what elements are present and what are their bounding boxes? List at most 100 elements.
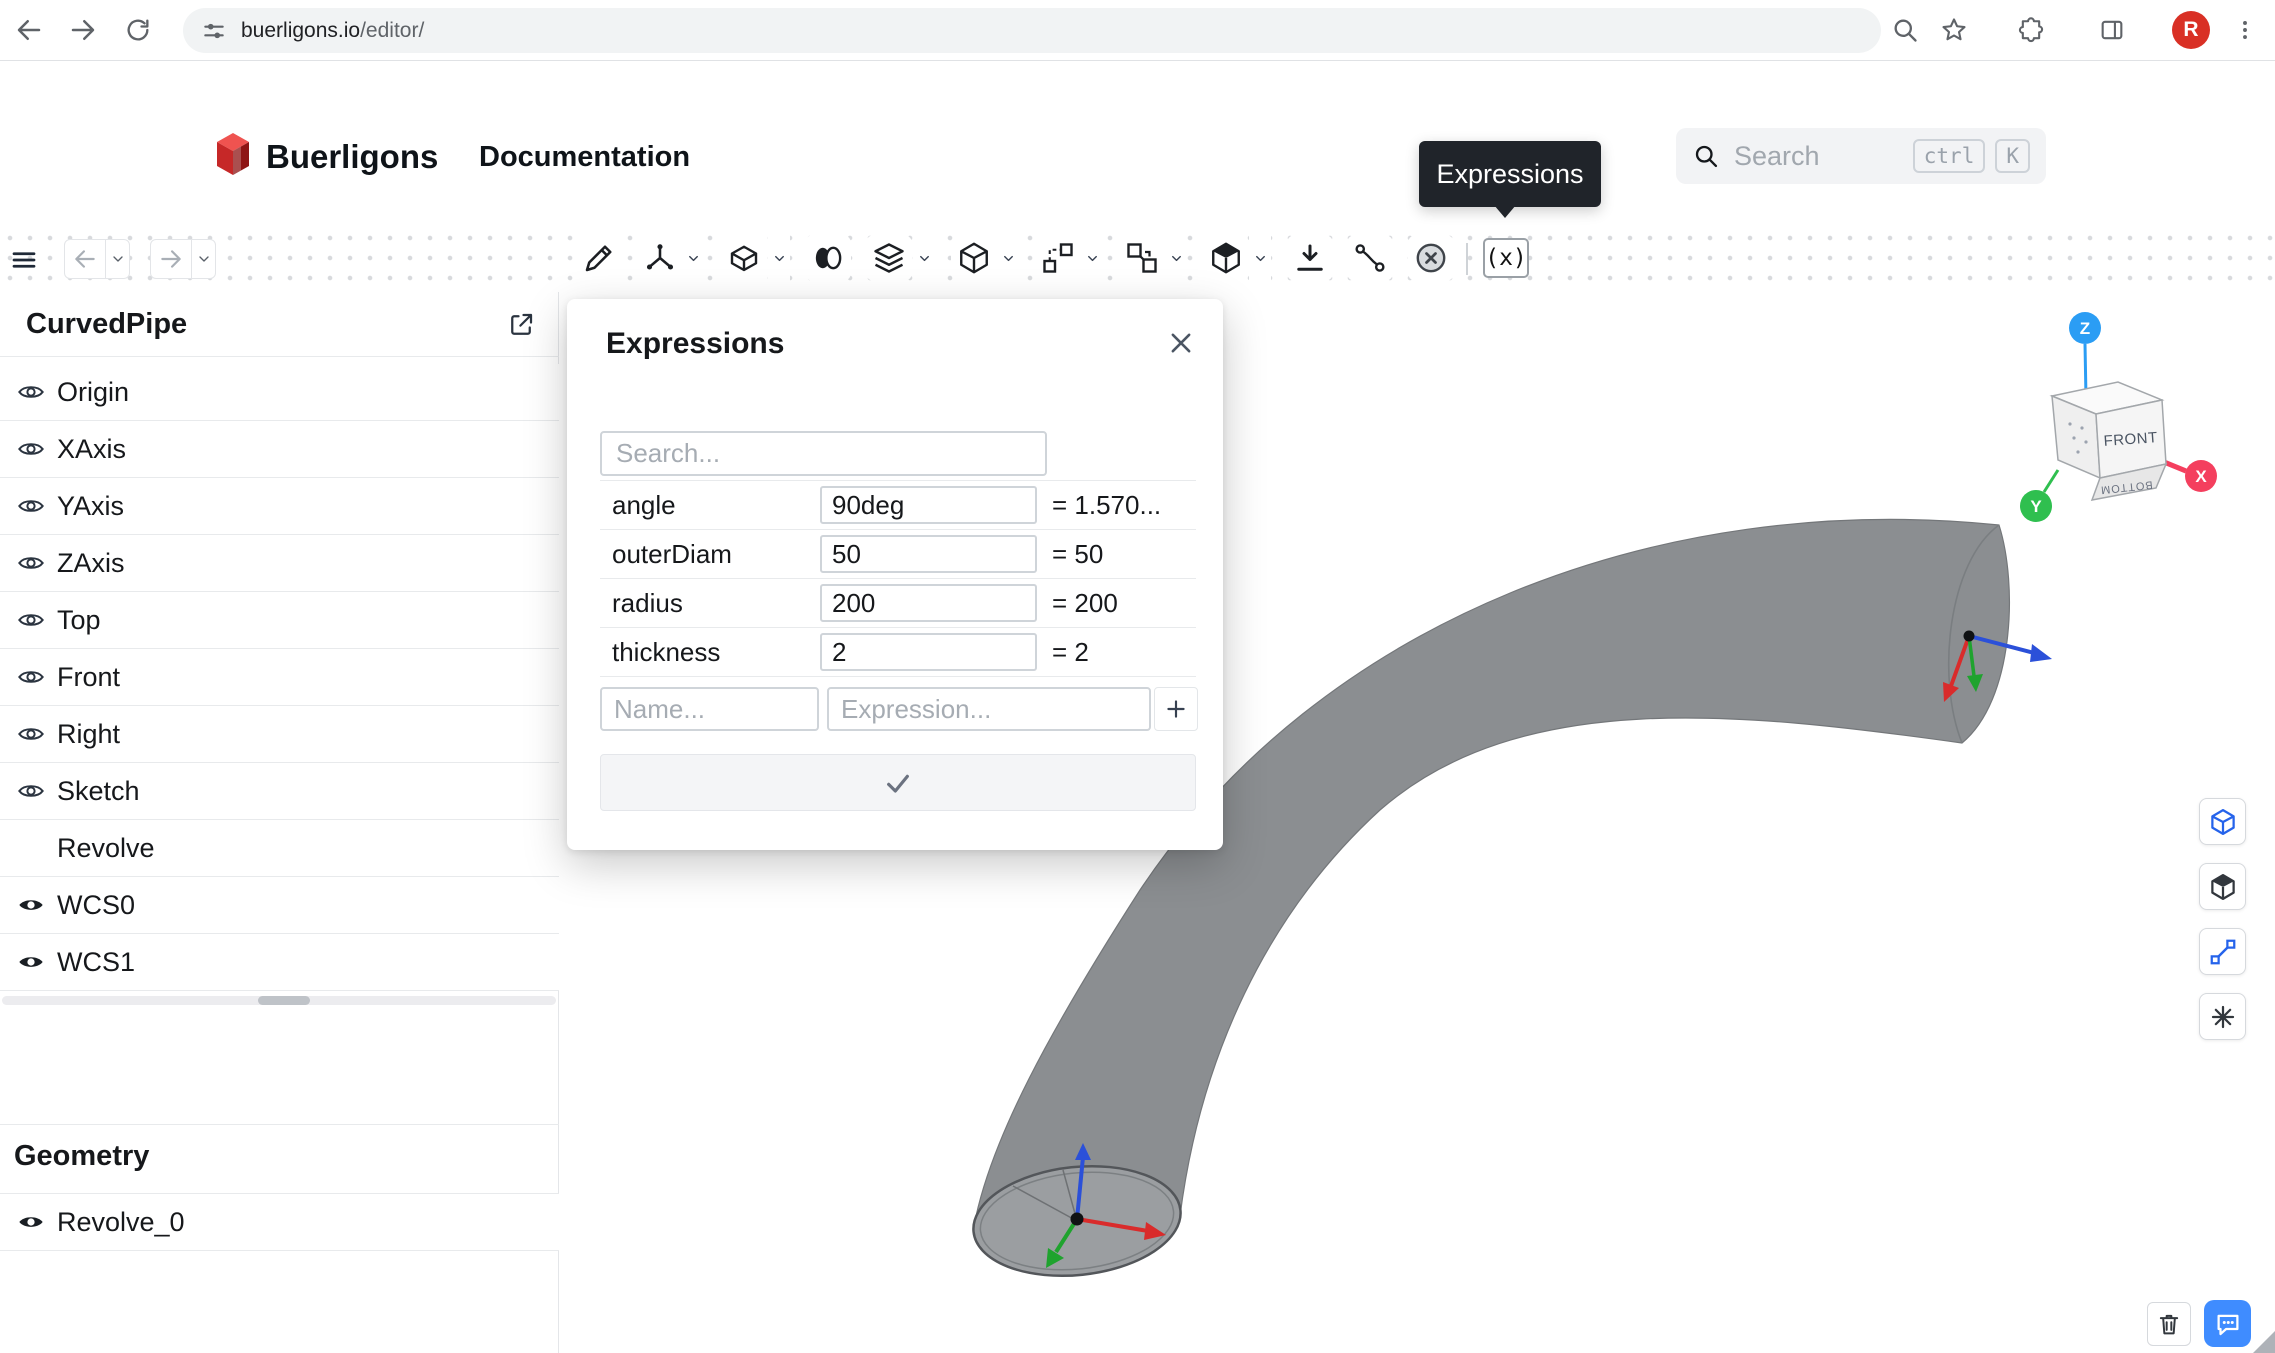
tree-item-sketch[interactable]: Sketch (0, 763, 559, 820)
expression-value-input[interactable] (820, 535, 1037, 573)
tool-sketch-pen[interactable] (576, 235, 622, 281)
tree-item-wcs1[interactable]: WCS1 (0, 934, 559, 991)
tool-wireframe-cube[interactable] (951, 235, 997, 281)
tree-item-origin[interactable]: Origin (0, 364, 559, 421)
snap-points-button[interactable] (2199, 993, 2246, 1040)
redo-arrow-icon (158, 246, 184, 272)
eye-icon[interactable] (16, 891, 46, 919)
tree-item-top[interactable]: Top (0, 592, 559, 649)
view-isometric-button[interactable] (2199, 798, 2246, 845)
browser-menu-button[interactable] (2223, 8, 2267, 52)
tool-cancel[interactable] (1408, 235, 1454, 281)
tool-download-export[interactable] (1287, 235, 1333, 281)
browser-back-button[interactable] (7, 8, 51, 52)
tree-scrollbar-thumb[interactable] (258, 996, 310, 1005)
tree-item-zaxis[interactable]: ZAxis (0, 535, 559, 592)
key-k: K (1995, 139, 2030, 173)
tool-boolean[interactable] (805, 235, 851, 281)
expression-result: = 200 (1052, 588, 1118, 619)
tree-scrollbar[interactable] (2, 996, 556, 1005)
eye-icon[interactable] (16, 549, 46, 577)
new-expression-name-input[interactable] (600, 687, 819, 731)
undo-button[interactable] (65, 240, 105, 278)
redo-dropdown[interactable] (191, 240, 215, 278)
side-panel-button[interactable] (2090, 8, 2134, 52)
toolbar-divider (1466, 243, 1468, 275)
eye-icon[interactable] (16, 606, 46, 634)
tool-wireframe-cube-dropdown[interactable] (997, 235, 1019, 281)
tool-solid-cube-dropdown[interactable] (1249, 235, 1271, 281)
tool-extrude-box-dropdown[interactable] (768, 235, 790, 281)
expression-value-input[interactable] (820, 486, 1037, 524)
expression-row-thickness: thickness = 2 (600, 628, 1196, 677)
undo-group (64, 239, 130, 279)
eye-icon[interactable] (16, 492, 46, 520)
add-expression-button[interactable] (1154, 687, 1198, 731)
eye-icon[interactable] (16, 777, 46, 805)
measure-button[interactable] (2199, 928, 2246, 975)
chevron-down-icon (1253, 251, 1268, 266)
chat-button[interactable] (2204, 1300, 2251, 1347)
browser-forward-button[interactable] (61, 8, 105, 52)
browser-reload-button[interactable] (116, 8, 160, 52)
main-menu-button[interactable] (4, 240, 44, 280)
tool-transform-copy[interactable] (1119, 235, 1165, 281)
eye-icon[interactable] (16, 663, 46, 691)
tree-item-right[interactable]: Right (0, 706, 559, 763)
address-bar[interactable]: buerligons.io/editor/ (183, 8, 1881, 53)
tool-associate-curve[interactable] (1347, 235, 1393, 281)
tool-slice-layers-dropdown[interactable] (913, 235, 935, 281)
eye-icon[interactable] (16, 720, 46, 748)
bookmark-star-button[interactable] (1932, 8, 1976, 52)
expressions-button[interactable]: (x) (1483, 238, 1529, 278)
tool-datum-axis[interactable] (637, 235, 683, 281)
global-search[interactable]: Search ctrl K (1676, 128, 2046, 184)
scene-tree-panel: CurvedPipe Origin XAxis YAxis ZAxis (0, 292, 559, 1353)
expression-value-input[interactable] (820, 633, 1037, 671)
tool-linear-pattern-dropdown[interactable] (1081, 235, 1103, 281)
zoom-button[interactable] (1883, 8, 1927, 52)
external-link-icon (506, 310, 536, 340)
expression-search-input[interactable] (600, 431, 1047, 476)
expression-value-input[interactable] (820, 584, 1037, 622)
tool-datum-axis-dropdown[interactable] (682, 235, 704, 281)
expressions-button-label: (x) (1485, 245, 1527, 271)
tree-item-revolve0[interactable]: Revolve_0 (0, 1194, 559, 1251)
undo-dropdown[interactable] (105, 240, 129, 278)
tool-transform-copy-dropdown[interactable] (1165, 235, 1187, 281)
expression-row-radius: radius = 200 (600, 579, 1196, 628)
app-window: buerligons.io/editor/ R Buerligons Docum… (0, 0, 2275, 1353)
eye-icon[interactable] (16, 948, 46, 976)
view-cube[interactable]: FRONT BOTTOM Z X Y (2020, 312, 2217, 522)
tree-item-wcs0[interactable]: WCS0 (0, 877, 559, 934)
puzzle-icon (2017, 16, 2045, 44)
tree-item-yaxis[interactable]: YAxis (0, 478, 559, 535)
tool-extrude-box[interactable] (721, 235, 767, 281)
dialog-close-button[interactable] (1167, 329, 1195, 357)
delete-button[interactable] (2147, 1302, 2191, 1346)
view-shaded-button[interactable] (2199, 863, 2246, 910)
eye-icon[interactable] (16, 378, 46, 406)
new-expression-value-input[interactable] (827, 687, 1151, 731)
boolean-ovals-icon (810, 240, 846, 276)
tree-item-front[interactable]: Front (0, 649, 559, 706)
tool-linear-pattern[interactable] (1035, 235, 1081, 281)
extrude-box-icon (726, 240, 762, 276)
eye-icon[interactable] (16, 1208, 46, 1236)
chevron-down-icon (917, 251, 932, 266)
plus-icon (1163, 696, 1189, 722)
eye-icon[interactable] (16, 435, 46, 463)
profile-avatar[interactable]: R (2172, 11, 2210, 49)
tree-item-xaxis[interactable]: XAxis (0, 421, 559, 478)
tool-solid-cube[interactable] (1203, 235, 1249, 281)
confirm-button[interactable] (600, 754, 1196, 811)
extensions-button[interactable] (2009, 8, 2053, 52)
nav-documentation[interactable]: Documentation (479, 141, 690, 174)
tree-item-revolve[interactable]: Revolve (0, 820, 559, 877)
site-settings-icon[interactable] (201, 18, 227, 44)
tool-slice-layers[interactable] (866, 235, 912, 281)
tooltip-pointer (1494, 205, 1516, 218)
redo-button[interactable] (151, 240, 191, 278)
open-external-button[interactable] (500, 304, 542, 346)
tree-item-label: WCS0 (57, 890, 135, 921)
